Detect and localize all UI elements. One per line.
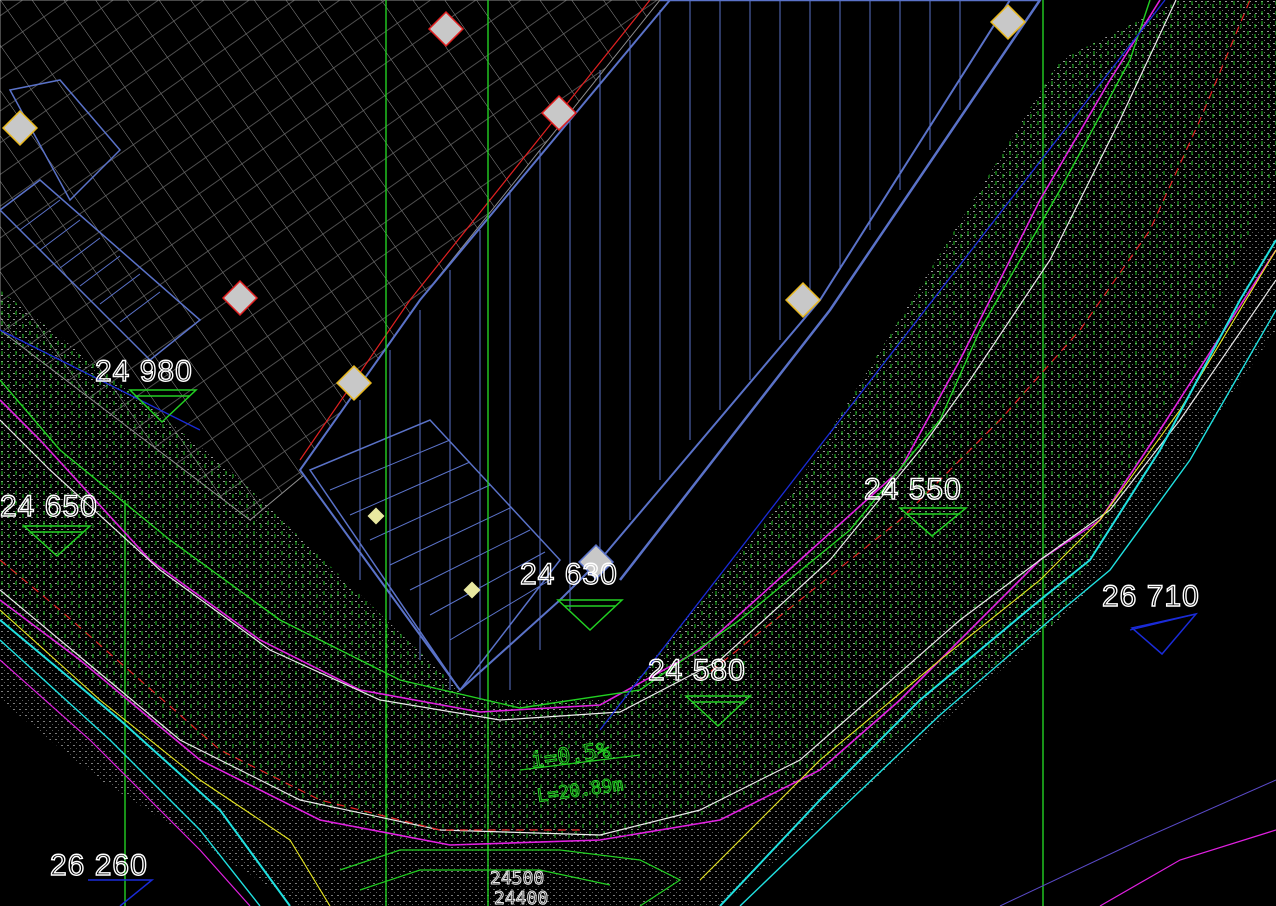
cad-drawing-canvas[interactable]: 24 980 24 650 24 550 24 630 24 580 26 71… bbox=[0, 0, 1276, 906]
elevation-label: 24 580 bbox=[648, 654, 746, 687]
elevation-label: 24 980 bbox=[95, 355, 193, 388]
elevation-label: 26 710 bbox=[1102, 580, 1200, 613]
elevation-label: 24 630 bbox=[520, 558, 618, 591]
elevation-label: 24 550 bbox=[864, 473, 962, 506]
slope-note: 24500 bbox=[490, 868, 544, 889]
elevation-label: 24 650 bbox=[0, 490, 98, 523]
elevation-label: 26 260 bbox=[50, 849, 148, 882]
slope-note: 24400 bbox=[494, 888, 548, 906]
